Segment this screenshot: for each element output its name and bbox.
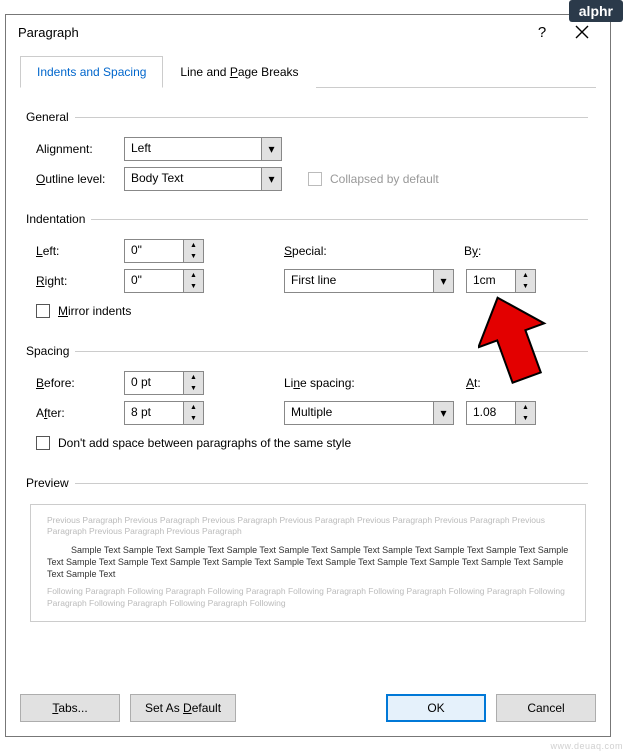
dialog-title: Paragraph (18, 25, 522, 40)
spin-down-icon[interactable]: ▼ (190, 383, 197, 394)
by-label: By: (464, 244, 481, 258)
preview-box: Previous Paragraph Previous Paragraph Pr… (30, 504, 586, 622)
checkbox-icon (308, 172, 322, 186)
close-icon (575, 25, 589, 39)
legend-general: General (26, 110, 75, 124)
spin-up-icon[interactable]: ▲ (522, 270, 529, 281)
spin-up-icon[interactable]: ▲ (522, 402, 529, 413)
at-label: At: (466, 376, 481, 390)
group-indentation: Indentation Left: 0" ▲▼ Special: By: Rig… (28, 212, 588, 332)
legend-preview: Preview (26, 476, 75, 490)
watermark: www.deuaq.com (550, 741, 623, 751)
preview-prev-text: Previous Paragraph Previous Paragraph Pr… (47, 515, 569, 538)
tab-line-page-breaks[interactable]: Line and Page Breaks (163, 56, 315, 88)
tab-strip: Indents and Spacing Line and Page Breaks (20, 55, 596, 88)
collapsed-checkbox: Collapsed by default (300, 172, 439, 186)
spin-up-icon[interactable]: ▲ (190, 240, 197, 251)
legend-spacing: Spacing (26, 344, 75, 358)
help-button[interactable]: ? (522, 18, 562, 46)
close-button[interactable] (562, 18, 602, 46)
group-spacing: Spacing Before: 0 pt ▲▼ Line spacing: At… (28, 344, 588, 464)
spin-down-icon[interactable]: ▼ (522, 281, 529, 292)
ok-button[interactable]: OK (386, 694, 486, 722)
set-default-button[interactable]: Set As Default (130, 694, 236, 722)
after-label: After: (28, 406, 124, 420)
mirror-indents-checkbox[interactable]: Mirror indents (28, 304, 131, 318)
indent-right-spinner[interactable]: 0" ▲▼ (124, 269, 204, 293)
spin-down-icon[interactable]: ▼ (190, 281, 197, 292)
group-general: General Alignment: Left ▾ Outline level:… (28, 110, 588, 200)
checkbox-icon (36, 436, 50, 450)
outline-label: Outline level: (28, 172, 124, 186)
chevron-down-icon: ▾ (261, 168, 281, 190)
preview-sample-text: Sample Text Sample Text Sample Text Samp… (47, 544, 569, 580)
line-spacing-label: Line spacing: (284, 376, 384, 390)
dialog-footer: Tabs... Set As Default OK Cancel (6, 682, 610, 736)
paragraph-dialog: Paragraph ? Indents and Spacing Line and… (5, 14, 611, 737)
alignment-select[interactable]: Left ▾ (124, 137, 282, 161)
dont-add-space-checkbox[interactable]: Don't add space between paragraphs of th… (28, 436, 351, 450)
special-select[interactable]: First line ▾ (284, 269, 454, 293)
spin-down-icon[interactable]: ▼ (190, 413, 197, 424)
checkbox-icon (36, 304, 50, 318)
spin-up-icon[interactable]: ▲ (190, 372, 197, 383)
at-spinner[interactable]: 1.08 ▲▼ (466, 401, 536, 425)
spin-down-icon[interactable]: ▼ (190, 251, 197, 262)
before-label: Before: (28, 376, 124, 390)
spin-up-icon[interactable]: ▲ (190, 270, 197, 281)
chevron-down-icon: ▾ (433, 402, 453, 424)
titlebar: Paragraph ? (6, 15, 610, 49)
chevron-down-icon: ▾ (261, 138, 281, 160)
line-spacing-select[interactable]: Multiple ▾ (284, 401, 454, 425)
dialog-body: General Alignment: Left ▾ Outline level:… (6, 88, 610, 682)
before-spinner[interactable]: 0 pt ▲▼ (124, 371, 204, 395)
tab-indents-spacing[interactable]: Indents and Spacing (20, 56, 163, 88)
preview-next-text: Following Paragraph Following Paragraph … (47, 586, 569, 609)
spin-down-icon[interactable]: ▼ (522, 413, 529, 424)
by-spinner[interactable]: 1cm ▲▼ (466, 269, 536, 293)
after-spinner[interactable]: 8 pt ▲▼ (124, 401, 204, 425)
spin-up-icon[interactable]: ▲ (190, 402, 197, 413)
tabs-button[interactable]: Tabs... (20, 694, 120, 722)
chevron-down-icon: ▾ (433, 270, 453, 292)
special-label: Special: (284, 244, 354, 258)
indent-right-label: Right: (28, 274, 124, 288)
alignment-label: Alignment: (28, 142, 124, 156)
outline-level-select[interactable]: Body Text ▾ (124, 167, 282, 191)
group-preview: Preview Previous Paragraph Previous Para… (28, 476, 588, 626)
cancel-button[interactable]: Cancel (496, 694, 596, 722)
indent-left-spinner[interactable]: 0" ▲▼ (124, 239, 204, 263)
alphr-logo: alphr (569, 0, 623, 22)
indent-left-label: Left: (28, 244, 124, 258)
legend-indentation: Indentation (26, 212, 91, 226)
